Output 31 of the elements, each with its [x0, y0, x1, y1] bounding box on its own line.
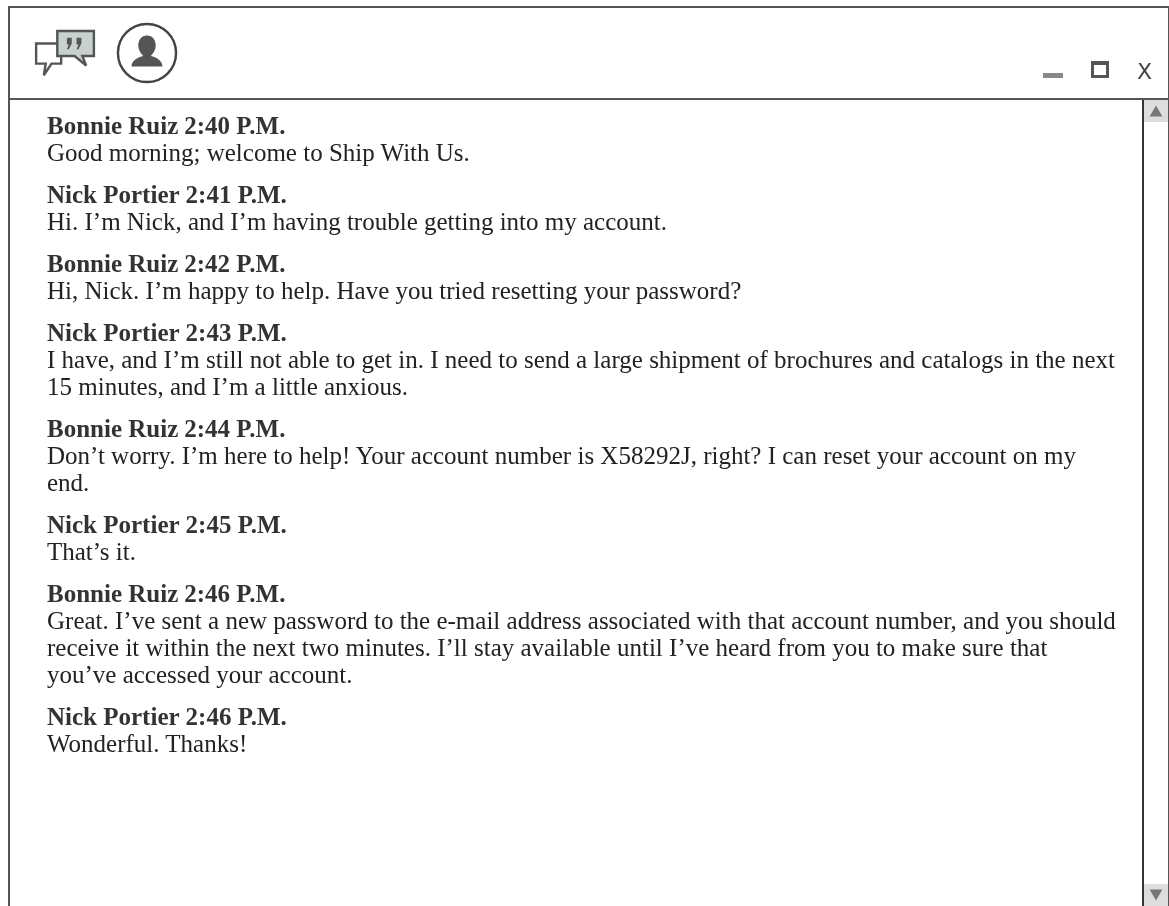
- message-time: 2:46 P.M.: [185, 703, 287, 730]
- scroll-down-icon[interactable]: [1144, 884, 1168, 906]
- message-author: Nick Portier: [47, 703, 180, 730]
- message-author: Bonnie Ruiz: [47, 580, 179, 607]
- message-time: 2:45 P.M.: [185, 511, 287, 538]
- scroll-up-icon[interactable]: [1144, 100, 1168, 122]
- message-text: Good morning; welcome to Ship With Us.: [47, 139, 471, 166]
- scroll-bar[interactable]: [1142, 100, 1168, 906]
- message-author: Nick Portier: [47, 511, 180, 538]
- message-time: 2:40 P.M.: [184, 112, 286, 139]
- message-time: 2:42 P.M.: [184, 250, 286, 277]
- message-author: Bonnie Ruiz: [47, 415, 179, 442]
- message-text: Don’t worry. I’m here to help! Your account number is X58292J, right? I can reset your account on my end.: [47, 442, 1077, 496]
- user-avatar-icon[interactable]: [116, 22, 178, 84]
- message-time: 2:43 P.M.: [185, 319, 287, 346]
- message-author: Nick Portier: [47, 319, 180, 346]
- close-button[interactable]: X: [1136, 59, 1152, 84]
- maximize-button[interactable]: [1090, 61, 1109, 78]
- message-time: 2:46 P.M.: [184, 580, 286, 607]
- message-text: That’s it.: [47, 538, 137, 565]
- message-time: 2:41 P.M.: [185, 181, 287, 208]
- minimize-button[interactable]: [1042, 73, 1063, 78]
- message-author: Nick Portier: [47, 181, 180, 208]
- message-author: Bonnie Ruiz: [47, 112, 179, 139]
- message-time: 2:44 P.M.: [184, 415, 286, 442]
- message-text: Wonderful. Thanks!: [47, 730, 249, 757]
- message-author: Bonnie Ruiz: [47, 250, 179, 277]
- message-text: I have, and I’m still not able to get in. I need to send a large shipment of brochures and catalogs in the next 15 minutes, and I’m a little anxious.: [47, 346, 1116, 400]
- message-text: Great. I’ve sent a new password to the e-mail address associated with that account number, and you should receive it within the next two minutes. I’ll stay available until I’ve heard from you to make sure that you’ve accessed your account.: [47, 607, 1117, 688]
- message-text: Hi. I’m Nick, and I’m having trouble getting into my account.: [47, 208, 668, 235]
- message-text: Hi, Nick. I’m happy to help. Have you tried resetting your password?: [47, 277, 743, 304]
